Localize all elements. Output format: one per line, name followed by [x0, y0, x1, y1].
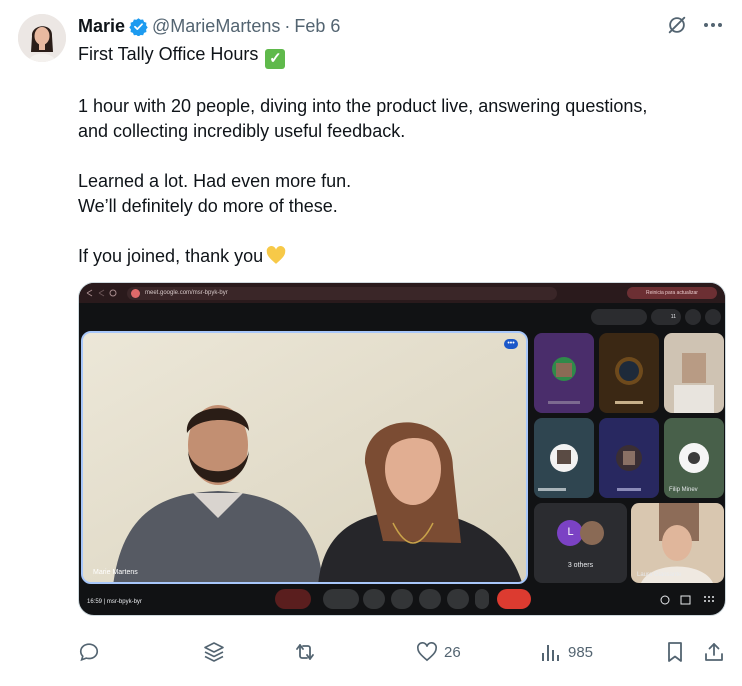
header-actions: [666, 14, 724, 36]
browser-url: meet.google.com/msr-bpyk-byr: [127, 287, 557, 300]
post-line-2: 1 hour with 20 people, diving into the p…: [78, 96, 648, 116]
post-line-5: We’ll definitely do more of these.: [78, 196, 338, 216]
views-chart-icon: [542, 645, 559, 661]
layers-icon: [204, 642, 224, 662]
self-view-name: Laura Giansante: [637, 572, 682, 578]
yellow-heart-emoji-icon: [266, 246, 286, 272]
captions-control: [419, 589, 441, 609]
share-icon: [705, 643, 723, 661]
camera-control: [323, 589, 359, 609]
check-mark-emoji-icon: ✓: [265, 49, 286, 69]
header-separator: ·: [284, 15, 291, 36]
post-line-1: First Tally Office Hours: [78, 44, 259, 64]
reply-button[interactable]: [78, 638, 100, 666]
repost-icon: [296, 644, 314, 660]
hand-control: [447, 589, 469, 609]
meet-side-controls-icon: [660, 595, 714, 605]
self-view-tile: Laura Giansante: [631, 503, 724, 583]
views-button[interactable]: 985: [540, 638, 593, 666]
more-control: [475, 589, 489, 609]
bookmark-icon: [668, 642, 682, 662]
participant-tile: [599, 418, 659, 498]
grok-layers-button[interactable]: [202, 638, 226, 666]
main-speaker-name: Marie Martens: [93, 569, 138, 576]
participant-tile: [534, 333, 594, 413]
heart-icon: [417, 642, 437, 662]
like-count: 26: [444, 643, 461, 661]
more-options-icon[interactable]: [702, 14, 724, 36]
post-line-6: If you joined, thank you: [78, 246, 264, 266]
participant-tile: [664, 333, 724, 413]
like-button[interactable]: 26: [416, 638, 461, 666]
post-date[interactable]: Feb 6: [294, 16, 340, 37]
post-text: First Tally Office Hours ✓ 1 hour with 2…: [78, 42, 718, 272]
mic-control: [275, 589, 311, 609]
repost-button[interactable]: [293, 638, 317, 666]
post-header: Marie @MarieMartens · Feb 6: [78, 15, 340, 37]
participant-name: Filip Minev: [669, 487, 698, 493]
browser-update-button: Reinicia para actualizar: [627, 287, 717, 299]
others-tile: L 3 others: [534, 503, 627, 583]
browser-nav-icon: [86, 289, 117, 297]
participant-tile: Filip Minev: [664, 418, 724, 498]
author-avatar[interactable]: [18, 14, 66, 62]
post-action-bar: 26 985: [78, 638, 728, 666]
post-media-image[interactable]: meet.google.com/msr-bpyk-byr Reinicia pa…: [78, 282, 726, 616]
grok-icon[interactable]: [666, 14, 688, 36]
present-control: [363, 589, 385, 609]
author-handle[interactable]: @MarieMartens: [152, 16, 280, 37]
views-count: 985: [568, 643, 594, 661]
post-line-3: and collecting incredibly useful feedbac…: [78, 121, 406, 141]
main-speaker-video: ••• Marie Martens: [81, 331, 528, 584]
emoji-control: [391, 589, 413, 609]
verified-badge-icon[interactable]: [129, 17, 148, 37]
bookmark-button[interactable]: [665, 638, 685, 666]
share-button[interactable]: [703, 638, 725, 666]
author-name[interactable]: Marie: [78, 16, 125, 37]
post-line-4: Learned a lot. Had even more fun.: [78, 171, 352, 191]
speaking-indicator-icon: •••: [504, 339, 518, 349]
browser-toolbar: meet.google.com/msr-bpyk-byr Reinicia pa…: [79, 283, 725, 303]
leave-call-control: [497, 589, 531, 609]
meet-top-controls: 11: [591, 309, 721, 325]
avatar-image: [18, 14, 66, 62]
participant-tile: [534, 418, 594, 498]
reply-icon: [79, 643, 99, 662]
others-count: 3 others: [567, 562, 594, 569]
meeting-info: 16:59 | msr-bpyk-byr: [87, 599, 142, 605]
participant-tile: [599, 333, 659, 413]
